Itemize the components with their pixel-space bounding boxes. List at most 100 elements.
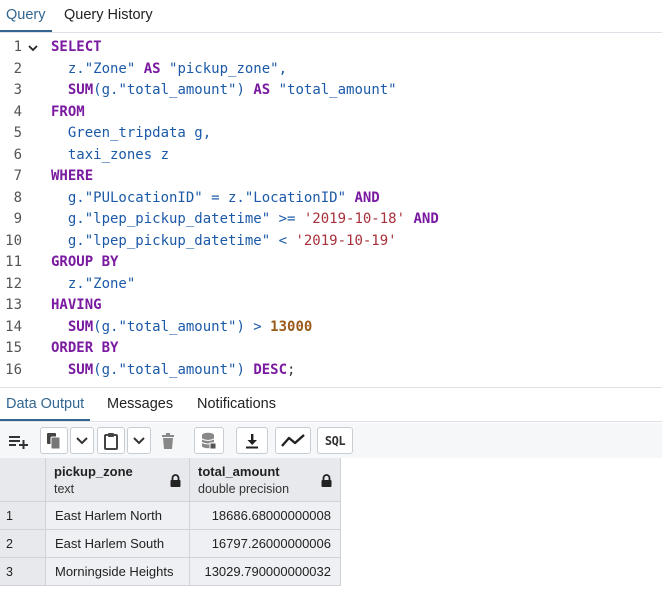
sql-button-label: SQL	[324, 433, 346, 448]
line-number: 8	[13, 189, 22, 206]
code-line[interactable]: 4 FROM	[0, 102, 662, 124]
line-number: 2	[13, 60, 22, 77]
cell-pickup-zone[interactable]: East Harlem South	[46, 530, 190, 558]
code-line[interactable]: 13 HAVING	[0, 295, 662, 317]
code-line[interactable]: 10 g."lpep_pickup_datetime" < '2019-10-1…	[0, 231, 662, 253]
cell-total-amount[interactable]: 18686.68000000008	[190, 502, 341, 530]
code-text: SUM(g."total_amount") AS "total_amount"	[51, 80, 397, 102]
tab-data-output[interactable]: Data Output	[0, 389, 91, 421]
code-token: (g."total_amount")	[93, 82, 254, 98]
code-line[interactable]: 16 SUM(g."total_amount") DESC;	[0, 360, 662, 382]
output-tab-bar: Data Output Messages Notifications	[0, 389, 662, 422]
code-token: "pickup_zone",	[169, 60, 288, 77]
code-line[interactable]: 5 Green_tripdata g,	[0, 123, 662, 145]
code-text: HAVING	[51, 295, 102, 317]
code-token: 13000	[270, 318, 313, 335]
code-token: HAVING	[51, 297, 102, 313]
sql-button[interactable]: SQL	[317, 427, 353, 454]
query-tab-bar: Query Query History	[0, 0, 662, 33]
code-text: GROUP BY	[51, 252, 118, 274]
code-line[interactable]: 3 SUM(g."total_amount") AS "total_amount…	[0, 80, 662, 102]
code-token: g."PULocationID" = z."LocationID"	[67, 189, 355, 206]
line-number: 16	[5, 361, 22, 378]
code-token: z."Zone"	[67, 60, 144, 77]
cell-pickup-zone[interactable]: Morningside Heights	[46, 558, 190, 586]
code-token: '2019-10-18'	[303, 211, 406, 227]
paste-options-button[interactable]	[127, 427, 151, 454]
code-line[interactable]: 12 z."Zone"	[0, 274, 662, 296]
line-number: 12	[5, 275, 22, 292]
line-number: 14	[5, 318, 22, 335]
tab-messages[interactable]: Messages	[101, 389, 179, 421]
chevron-down-icon	[76, 436, 88, 444]
code-text: g."lpep_pickup_datetime" >= '2019-10-18'…	[51, 209, 439, 231]
copy-button[interactable]	[40, 427, 68, 454]
line-number: 7	[13, 168, 22, 184]
row-number[interactable]: 3	[0, 558, 46, 586]
line-number: 1	[13, 39, 22, 55]
code-token: (g."total_amount") >	[93, 318, 271, 335]
download-icon	[246, 433, 258, 448]
code-line[interactable]: 9 g."lpep_pickup_datetime" >= '2019-10-1…	[0, 209, 662, 231]
paste-button[interactable]	[97, 427, 125, 454]
tab-query[interactable]: Query	[0, 0, 52, 32]
code-text: SUM(g."total_amount") > 13000	[51, 317, 312, 339]
column-type: text	[54, 482, 75, 496]
line-number: 13	[5, 297, 22, 313]
code-token: taxi_zones z	[67, 146, 170, 163]
line-number: 11	[5, 254, 22, 270]
tab-notifications[interactable]: Notifications	[191, 389, 282, 421]
row-number-header[interactable]	[0, 458, 46, 502]
cell-total-amount[interactable]: 16797.26000000006	[190, 530, 341, 558]
code-token: "total_amount"	[278, 82, 397, 98]
code-token: GROUP BY	[51, 254, 119, 270]
code-line[interactable]: 14 SUM(g."total_amount") > 13000	[0, 317, 662, 339]
code-text: SELECT	[51, 37, 102, 59]
add-row-icon	[9, 435, 28, 449]
row-number[interactable]: 2	[0, 530, 46, 558]
code-line[interactable]: 6 taxi_zones z	[0, 145, 662, 167]
code-token: z."Zone"	[67, 275, 136, 292]
code-text: WHERE	[51, 166, 93, 188]
code-token: DESC	[253, 361, 288, 378]
copy-options-button[interactable]	[70, 427, 94, 454]
code-token: g."lpep_pickup_datetime" <	[67, 232, 296, 249]
column-header-pickup-zone[interactable]: pickup_zone text	[46, 458, 190, 502]
sql-editor[interactable]: 1 SELECT 2 z."Zone" AS "pickup_zone", 3 SUM…	[0, 33, 662, 388]
code-line[interactable]: 2 z."Zone" AS "pickup_zone",	[0, 59, 662, 81]
code-token: '2019-10-19'	[295, 232, 397, 249]
code-line[interactable]: 1 SELECT	[0, 37, 662, 59]
code-text: g."lpep_pickup_datetime" < '2019-10-19'	[51, 231, 397, 253]
line-number: 15	[5, 340, 22, 356]
cell-total-amount[interactable]: 13029.790000000032	[190, 558, 341, 586]
code-line[interactable]: 11 GROUP BY	[0, 252, 662, 274]
code-token: AS	[143, 60, 161, 77]
code-token: WHERE	[51, 168, 94, 184]
paste-icon	[104, 432, 118, 450]
delete-button[interactable]	[154, 427, 182, 454]
delete-icon	[162, 432, 174, 449]
add-row-button[interactable]	[4, 427, 34, 454]
save-data-button[interactable]	[194, 427, 224, 454]
column-header-total-amount[interactable]: total_amount double precision	[190, 458, 341, 502]
code-token: g."lpep_pickup_datetime" >=	[67, 211, 304, 227]
code-token: (g."total_amount")	[93, 361, 254, 378]
cell-pickup-zone[interactable]: East Harlem North	[46, 502, 190, 530]
tab-query-history[interactable]: Query History	[58, 0, 159, 32]
column-type: double precision	[198, 482, 290, 496]
code-line[interactable]: 8 g."PULocationID" = z."LocationID" AND	[0, 188, 662, 210]
line-number: 5	[13, 125, 22, 141]
row-number[interactable]: 1	[0, 502, 46, 530]
download-button[interactable]	[236, 427, 268, 454]
code-token: AS	[253, 82, 271, 98]
fold-chevron-icon[interactable]	[27, 37, 39, 59]
code-line[interactable]: 7 WHERE	[0, 166, 662, 188]
graph-visualiser-button[interactable]	[275, 427, 311, 454]
code-line[interactable]: 15 ORDER BY	[0, 338, 662, 360]
